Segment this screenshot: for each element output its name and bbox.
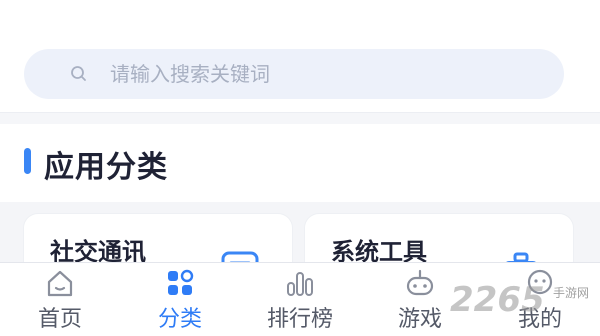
grid-icon xyxy=(168,269,194,295)
watermark-number: 2265 xyxy=(450,280,545,320)
tab-ranking[interactable]: 排行榜 xyxy=(240,263,360,336)
search-bar[interactable] xyxy=(24,49,564,99)
section-title-accent xyxy=(24,148,31,174)
tab-label: 分类 xyxy=(157,307,202,332)
section-title: 应用分类 xyxy=(44,150,168,185)
gamepad-icon xyxy=(406,269,434,296)
bar-chart-icon xyxy=(287,272,313,296)
watermark-text: 手游网 xyxy=(553,286,590,300)
tab-category[interactable]: 分类 xyxy=(120,263,240,336)
tab-label: 首页 xyxy=(37,307,82,332)
top-bar xyxy=(0,0,600,112)
home-icon xyxy=(47,270,73,297)
tab-label: 排行榜 xyxy=(266,307,333,332)
search-input[interactable] xyxy=(110,59,530,89)
divider xyxy=(0,112,600,124)
tab-home[interactable]: 首页 xyxy=(0,263,120,336)
watermark: 2265 手游网 xyxy=(450,280,600,336)
search-icon xyxy=(71,66,86,81)
